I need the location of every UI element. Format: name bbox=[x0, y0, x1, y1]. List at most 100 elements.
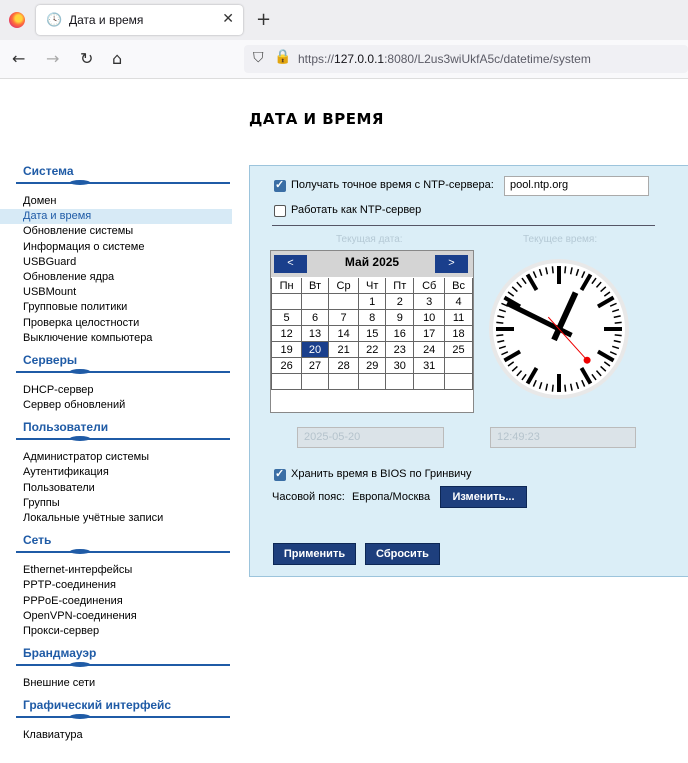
browser-tab[interactable]: 🕓 Дата и время ✕ bbox=[36, 5, 243, 35]
sidebar-item[interactable]: Прокси-сервер bbox=[0, 624, 232, 639]
url-bar[interactable]: ⛉ 🔒 https://127.0.0.1:8080/L2us3wiUkfA5c… bbox=[244, 45, 688, 73]
reload-icon[interactable]: ↻ bbox=[80, 49, 93, 68]
back-icon[interactable]: ← bbox=[12, 49, 25, 68]
forward-icon[interactable]: → bbox=[46, 49, 59, 68]
sidebar-item[interactable]: USBMount bbox=[0, 285, 232, 300]
calendar-day bbox=[327, 373, 360, 390]
sidebar-item[interactable]: Домен bbox=[0, 194, 232, 209]
clock-minute-tick bbox=[614, 334, 622, 337]
calendar-day[interactable]: 10 bbox=[413, 309, 446, 326]
sidebar-item[interactable]: Информация о системе bbox=[0, 240, 232, 255]
calendar-day[interactable]: 21 bbox=[327, 341, 360, 358]
calendar-day[interactable]: 14 bbox=[327, 325, 360, 342]
timezone-value: Европа/Москва bbox=[352, 491, 431, 503]
sidebar-item[interactable]: OpenVPN-соединения bbox=[0, 609, 232, 624]
calendar-day[interactable]: 26 bbox=[270, 357, 303, 374]
calendar-weekday: Вт bbox=[301, 278, 329, 294]
calendar-day bbox=[270, 293, 303, 310]
ntp-server-input[interactable]: pool.ntp.org bbox=[504, 176, 649, 196]
calendar-day[interactable]: 2 bbox=[385, 293, 415, 310]
new-tab-icon[interactable]: + bbox=[256, 9, 271, 30]
sidebar-item[interactable]: USBGuard bbox=[0, 255, 232, 270]
calendar-weekday: Пн bbox=[270, 278, 303, 294]
calendar-day[interactable]: 5 bbox=[270, 309, 303, 326]
datetime-form-panel: Получать точное время с NTP-сервера: poo… bbox=[249, 165, 688, 577]
sidebar-item[interactable]: Обновление ядра bbox=[0, 270, 232, 285]
calendar-day bbox=[444, 357, 473, 374]
calendar-day[interactable]: 4 bbox=[444, 293, 473, 310]
sidebar-item[interactable]: DHCP-сервер bbox=[0, 383, 232, 398]
calendar-weekday: Ср bbox=[327, 278, 360, 294]
sidebar-item[interactable]: Ethernet-интерфейсы bbox=[0, 563, 232, 578]
calendar-day[interactable]: 3 bbox=[413, 293, 446, 310]
bios-utc-checkbox[interactable] bbox=[274, 467, 286, 481]
sidebar-item[interactable]: Внешние сети bbox=[0, 676, 232, 691]
calendar-day[interactable]: 11 bbox=[444, 309, 473, 326]
datetime-favicon-icon: 🕓 bbox=[46, 13, 63, 28]
calendar-day bbox=[444, 373, 473, 390]
calendar-day[interactable]: 23 bbox=[385, 341, 415, 358]
calendar-day[interactable]: 30 bbox=[385, 357, 415, 374]
calendar-day[interactable]: 24 bbox=[413, 341, 446, 358]
sidebar-item[interactable]: Дата и время bbox=[0, 209, 232, 225]
sidebar-item[interactable]: Групповые политики bbox=[0, 300, 232, 315]
calendar-header: < Май 2025 > bbox=[271, 251, 473, 277]
calendar-day[interactable]: 8 bbox=[358, 309, 387, 326]
calendar-day[interactable]: 25 bbox=[444, 341, 473, 358]
calendar-day[interactable]: 31 bbox=[413, 357, 446, 374]
calendar-day[interactable]: 22 bbox=[358, 341, 387, 358]
sidebar-item[interactable]: Аутентификация bbox=[0, 465, 232, 480]
sidebar-item[interactable]: Клавиатура bbox=[0, 728, 232, 743]
firefox-icon[interactable] bbox=[9, 12, 25, 28]
calendar-day[interactable]: 15 bbox=[358, 325, 387, 342]
sidebar-item[interactable]: PPPoE-соединения bbox=[0, 594, 232, 609]
ntp-checkbox[interactable] bbox=[274, 178, 286, 192]
sidebar-item[interactable]: Обновление системы bbox=[0, 224, 232, 239]
page-title: ДАТА И ВРЕМЯ bbox=[249, 110, 384, 128]
calendar-day[interactable]: 20 bbox=[301, 341, 329, 358]
sidebar-item[interactable]: PPTP-соединения bbox=[0, 578, 232, 593]
date-field: 2025-05-20 bbox=[297, 427, 444, 448]
calendar-day[interactable]: 7 bbox=[327, 309, 360, 326]
calendar-day bbox=[413, 373, 446, 390]
calendar-day[interactable]: 12 bbox=[270, 325, 303, 342]
clock-minute-tick bbox=[564, 384, 567, 392]
tab-title: Дата и время bbox=[69, 13, 144, 27]
bios-utc-label: Хранить время в BIOS по Гринвичу bbox=[291, 468, 472, 480]
calendar-day bbox=[301, 373, 329, 390]
lock-icon[interactable]: 🔒 bbox=[274, 49, 291, 65]
reset-button[interactable]: Сбросить bbox=[365, 543, 440, 565]
url-text[interactable]: https://127.0.0.1:8080/L2us3wiUkfA5c/dat… bbox=[298, 52, 591, 66]
next-month-button[interactable]: > bbox=[435, 255, 468, 273]
sidebar-item[interactable]: Сервер обновлений bbox=[0, 398, 232, 413]
ntp-server-mode-checkbox[interactable] bbox=[274, 205, 286, 217]
calendar-day[interactable]: 29 bbox=[358, 357, 387, 374]
apply-button[interactable]: Применить bbox=[273, 543, 356, 565]
sidebar-item[interactable]: Локальные учётные записи bbox=[0, 511, 232, 526]
close-tab-icon[interactable]: ✕ bbox=[222, 11, 234, 27]
calendar-day[interactable]: 28 bbox=[327, 357, 360, 374]
calendar-day[interactable]: 27 bbox=[301, 357, 329, 374]
calendar-weekday: Пт bbox=[385, 278, 415, 294]
sidebar-item[interactable]: Администратор системы bbox=[0, 450, 232, 465]
shield-icon[interactable]: ⛉ bbox=[253, 50, 264, 66]
clock-minute-tick bbox=[564, 266, 567, 274]
calendar-day[interactable]: 18 bbox=[444, 325, 473, 342]
sidebar-item[interactable]: Выключение компьютера bbox=[0, 331, 232, 346]
calendar-day[interactable]: 19 bbox=[270, 341, 303, 358]
calendar-day[interactable]: 16 bbox=[385, 325, 415, 342]
sidebar-item[interactable]: Группы bbox=[0, 496, 232, 511]
sidebar-item[interactable]: Пользователи bbox=[0, 481, 232, 496]
calendar-day bbox=[270, 373, 303, 390]
calendar-day[interactable]: 1 bbox=[358, 293, 387, 310]
calendar-day[interactable]: 13 bbox=[301, 325, 329, 342]
sidebar-item[interactable]: Проверка целостности bbox=[0, 316, 232, 331]
sidebar-section-title: Пользователи bbox=[0, 419, 232, 442]
current-date-label: Текущая дата: bbox=[336, 234, 403, 245]
calendar-day[interactable]: 6 bbox=[301, 309, 329, 326]
calendar-day[interactable]: 17 bbox=[413, 325, 446, 342]
sidebar-section-title: Серверы bbox=[0, 352, 232, 375]
change-timezone-button[interactable]: Изменить... bbox=[440, 486, 527, 508]
calendar-day[interactable]: 9 bbox=[385, 309, 415, 326]
home-icon[interactable]: ⌂ bbox=[112, 49, 122, 68]
